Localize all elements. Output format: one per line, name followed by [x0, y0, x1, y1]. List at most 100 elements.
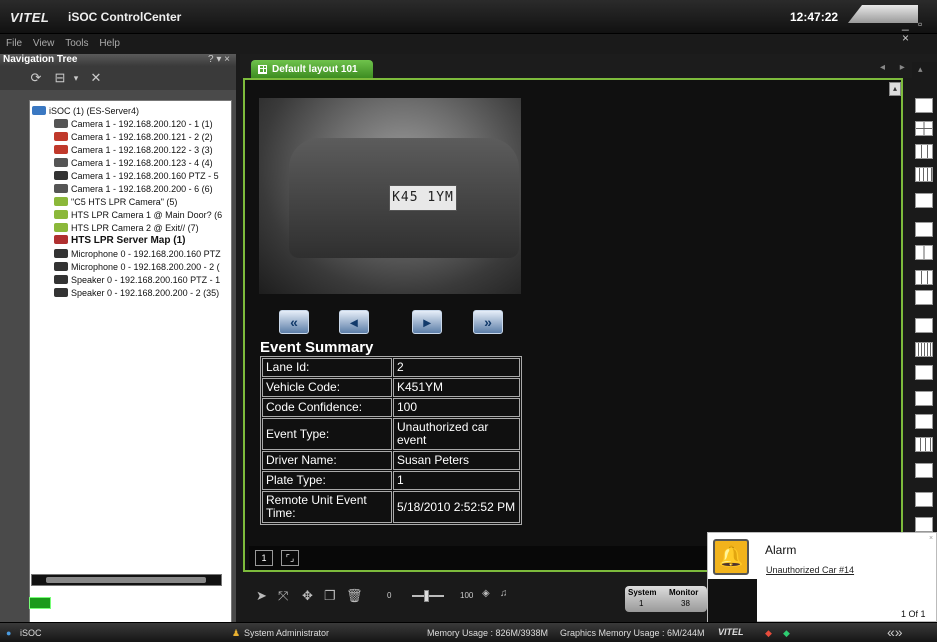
next-event-button[interactable]: ▸	[412, 310, 442, 334]
title-bar: VITEL iSOC ControlCenter 12:47:22 _ ▫ ×	[0, 0, 937, 45]
tree-view-icon[interactable]: ⊟	[52, 71, 68, 85]
trash-icon[interactable]: 🗑	[346, 588, 363, 604]
layout-1-plus-7-icon[interactable]	[915, 222, 933, 237]
speaker-icon[interactable]: ◈	[482, 588, 490, 599]
layout-1x1-icon[interactable]	[915, 98, 933, 113]
user-icon: ♟	[232, 628, 241, 638]
license-plate: K45 1YM	[389, 185, 457, 211]
page-number[interactable]: 1	[255, 550, 273, 566]
layout-bottom-icon[interactable]	[915, 517, 933, 532]
menu-tools[interactable]: Tools	[65, 38, 88, 49]
navigation-panel: Navigation Tree ? ▾ × ⟳ ⊟ ▾ ✕ iSOC (1) (…	[0, 54, 236, 630]
lpr-icon	[54, 197, 68, 206]
layout-side-icon[interactable]	[915, 463, 933, 478]
music-icon[interactable]: ♫	[500, 588, 508, 599]
tree-item-label: HTS LPR Camera 2 @ Exit// (7)	[71, 223, 199, 233]
window-controls[interactable]: _ ▫ ×	[902, 17, 937, 45]
tree-item[interactable]: HTS LPR Camera 2 @ Exit// (7)	[54, 222, 254, 234]
alarm-popup: 🔔 Alarm Unauthorized Car #14 × 1 Of 1	[707, 532, 937, 623]
tab-default-layout[interactable]: Default layout 101	[251, 60, 373, 79]
copy-icon[interactable]: ❐	[324, 588, 336, 604]
tree-action-button[interactable]	[29, 597, 51, 609]
app-title: iSOC ControlCenter	[68, 10, 182, 24]
layout-5x5-icon[interactable]	[915, 342, 933, 357]
speaker-icon	[54, 275, 68, 284]
layout-1-plus-5-icon[interactable]	[915, 193, 933, 208]
last-event-button[interactable]: »	[473, 310, 503, 334]
alarm-link[interactable]: Unauthorized Car #14	[766, 565, 854, 575]
layout-3x4-icon[interactable]	[915, 270, 933, 285]
camera-icon	[54, 119, 68, 128]
microphone-icon	[54, 249, 68, 258]
playback-toolbar: ➤ ⤧ ✥ ❐ 🗑 0 100 ◈ ♫ System 1 Monitor 38	[240, 576, 710, 622]
volume-slider-thumb[interactable]	[424, 590, 429, 602]
system-monitor-box: System 1 Monitor 38	[625, 586, 707, 612]
tree-item[interactable]: Camera 1 - 192.168.200.123 - 4 (4)	[54, 157, 254, 169]
layout-1x2-icon[interactable]	[915, 318, 933, 333]
layout-scroll-up-icon[interactable]: ▴	[918, 64, 923, 75]
delete-icon[interactable]: ✕	[88, 71, 104, 85]
tree-item[interactable]: HTS LPR Server Map (1)	[54, 235, 254, 247]
device-tree[interactable]: iSOC (1) (ES-Server4) Camera 1 - 192.168.…	[29, 100, 232, 630]
table-row: Lane Id: 2	[262, 358, 520, 377]
table-row: Driver Name: Susan Peters	[262, 451, 520, 470]
horizontal-scrollbar[interactable]	[31, 574, 222, 586]
panel-controls[interactable]: ? ▾ ×	[208, 54, 230, 66]
event-field-label: Vehicle Code:	[262, 378, 392, 397]
layout-2x2-icon[interactable]	[915, 121, 933, 136]
alarm-status-icon[interactable]: ◆	[765, 628, 772, 639]
pointer-icon[interactable]: ➤	[256, 588, 267, 604]
event-field-value: 5/18/2010 2:52:52 PM	[393, 491, 520, 523]
move-icon[interactable]: ✥	[302, 588, 313, 604]
monitor-label: Monitor	[669, 588, 699, 597]
tree-item[interactable]: Camera 1 - 192.168.200.122 - 3 (3)	[54, 144, 254, 156]
fullscreen-icon[interactable]: ⌜⌟	[281, 550, 299, 566]
tree-item[interactable]: Camera 1 - 192.168.200.120 - 1 (1)	[54, 118, 254, 130]
layout-wide-icon[interactable]	[915, 290, 933, 305]
menu-help[interactable]: Help	[99, 38, 120, 49]
tree-item-label: Microphone 0 - 192.168.200.200 - 2 (	[71, 262, 220, 272]
prev-event-button[interactable]: ◂	[339, 310, 369, 334]
tree-item[interactable]: Speaker 0 - 192.168.200.200 - 2 (35)	[54, 287, 254, 299]
connection-icon[interactable]: ◆	[783, 628, 790, 639]
first-event-button[interactable]: «	[279, 310, 309, 334]
layout-2x3-icon[interactable]	[915, 245, 933, 260]
layout-grid-icon[interactable]	[915, 437, 933, 452]
tree-item[interactable]: iSOC (1) (ES-Server4)	[32, 105, 232, 117]
tree-item[interactable]: HTS LPR Camera 1 @ Main Door? (6	[54, 209, 254, 221]
layout-3x3-icon[interactable]	[915, 144, 933, 159]
tree-item[interactable]: Camera 1 - 192.168.200.121 - 2 (2)	[54, 131, 254, 143]
event-field-value: Unauthorized car event	[393, 418, 520, 450]
scroll-thumb[interactable]	[46, 577, 206, 583]
layout-split-icon[interactable]	[915, 365, 933, 380]
tree-item[interactable]: "C5 HTS LPR Camera" (5)	[54, 196, 254, 208]
server-icon	[32, 106, 46, 115]
tree-item-label: Camera 1 - 192.168.200.123 - 4 (4)	[71, 158, 213, 168]
tree-item[interactable]: Microphone 0 - 192.168.200.160 PTZ	[54, 248, 254, 260]
status-graphics-memory: Graphics Memory Usage : 6M/244M	[560, 628, 705, 638]
monitor-value: 38	[681, 599, 690, 608]
layout-4x4-icon[interactable]	[915, 167, 933, 182]
expand-icon[interactable]: ⤧	[278, 588, 288, 604]
layout-tab-strip: Default layout 101 ◂ ▸ ×	[240, 54, 937, 79]
event-field-value: K451YM	[393, 378, 520, 397]
scroll-up-button[interactable]: ▴	[889, 82, 901, 96]
layout-rows-icon[interactable]	[915, 492, 933, 507]
tree-item[interactable]: Camera 1 - 192.168.200.200 - 6 (6)	[54, 183, 254, 195]
layout-corner-icon[interactable]	[915, 414, 933, 429]
page-nav-icon[interactable]: «»	[887, 624, 903, 640]
alarm-side-strip	[708, 579, 757, 623]
menu-file[interactable]: File	[6, 38, 22, 49]
layout-stack-icon[interactable]	[915, 391, 933, 406]
dropdown-icon[interactable]: ▾	[68, 71, 84, 85]
menu-view[interactable]: View	[33, 38, 55, 49]
refresh-icon[interactable]: ⟳	[28, 71, 44, 85]
system-label: System	[628, 588, 657, 597]
navigation-title: Navigation Tree	[3, 54, 78, 65]
tree-item[interactable]: Camera 1 - 192.168.200.160 PTZ - 5	[54, 170, 254, 182]
tree-item[interactable]: Speaker 0 - 192.168.200.160 PTZ - 1	[54, 274, 254, 286]
tree-item[interactable]: Microphone 0 - 192.168.200.200 - 2 (	[54, 261, 254, 273]
menu-bar: File View Tools Help	[0, 38, 240, 52]
lpr-snapshot-image: K45 1YM	[259, 98, 521, 294]
close-icon[interactable]: ×	[929, 535, 933, 542]
